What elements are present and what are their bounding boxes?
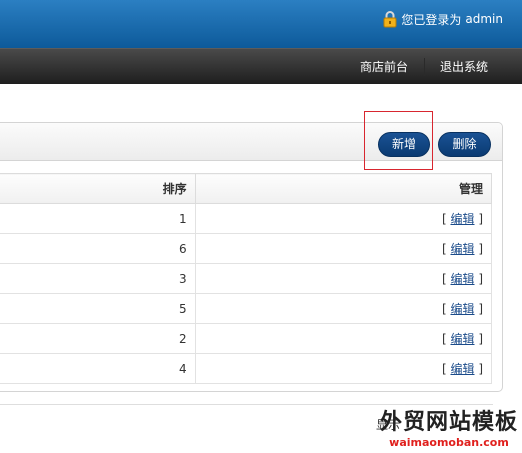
manage-cell: [ 编辑 ] <box>194 323 493 354</box>
order-cell: 3 <box>0 263 196 294</box>
order-cell: 1 <box>0 203 196 234</box>
edit-link[interactable]: 编辑 <box>450 362 474 376</box>
edit-link[interactable]: 编辑 <box>450 242 474 256</box>
delete-button[interactable]: 删除 <box>438 132 491 157</box>
manage-cell: [ 编辑 ] <box>194 233 493 264</box>
user-info: 您已登录为 admin <box>383 10 503 28</box>
order-cell: 2 <box>0 323 196 354</box>
table-row: 2 [ 编辑 ] <box>0 323 493 354</box>
bracket-close: ] <box>474 212 483 226</box>
bracket-close: ] <box>474 332 483 346</box>
footer-divider <box>0 404 493 405</box>
watermark-url: waimaomoban.com <box>389 436 509 449</box>
manage-cell: [ 编辑 ] <box>194 353 493 384</box>
username: admin <box>465 12 503 26</box>
table-row: 6 [ 编辑 ] <box>0 233 493 264</box>
table-row: 3 [ 编辑 ] <box>0 263 493 294</box>
manage-cell: [ 编辑 ] <box>194 203 493 234</box>
table-row: 5 [ 编辑 ] <box>0 293 493 324</box>
bracket-close: ] <box>474 242 483 256</box>
manage-cell: [ 编辑 ] <box>194 293 493 324</box>
edit-link[interactable]: 编辑 <box>450 272 474 286</box>
bracket-close: ] <box>474 302 483 316</box>
top-header: 您已登录为 admin <box>0 0 522 48</box>
edit-link[interactable]: 编辑 <box>450 302 474 316</box>
watermark-title: 外贸网站模板 <box>379 410 518 435</box>
storefront-link[interactable]: 商店前台 <box>360 49 408 85</box>
table-row: 4 [ 编辑 ] <box>0 353 493 384</box>
column-header-order: 排序 <box>0 173 196 204</box>
manage-cell: [ 编辑 ] <box>194 263 493 294</box>
edit-link[interactable]: 编辑 <box>450 332 474 346</box>
lock-icon <box>383 10 397 28</box>
login-status-label: 您已登录为 <box>401 12 462 27</box>
column-header-manage: 管理 <box>194 173 493 204</box>
admin-page: 您已登录为 admin 商店前台 退出系统 新增 删除 排序 管理 1 [ 编辑… <box>0 0 522 453</box>
logout-link[interactable]: 退出系统 <box>440 49 488 85</box>
table-row: 1 [ 编辑 ] <box>0 203 493 234</box>
watermark-logo: 外贸网站模板 waimaomoban.com <box>380 410 518 449</box>
sort-table: 排序 管理 1 [ 编辑 ] 6 [ 编辑 ] 3 [ 编辑 ] 5 [ 编辑 … <box>0 173 493 384</box>
bracket-close: ] <box>474 272 483 286</box>
order-cell: 6 <box>0 233 196 264</box>
order-cell: 5 <box>0 293 196 324</box>
nav-bar: 商店前台 退出系统 <box>0 48 522 84</box>
edit-link[interactable]: 编辑 <box>450 212 474 226</box>
nav-divider <box>424 58 425 76</box>
table-header-row: 排序 管理 <box>0 173 493 204</box>
order-cell: 4 <box>0 353 196 384</box>
add-button-highlight <box>364 111 433 170</box>
bracket-close: ] <box>474 362 483 376</box>
